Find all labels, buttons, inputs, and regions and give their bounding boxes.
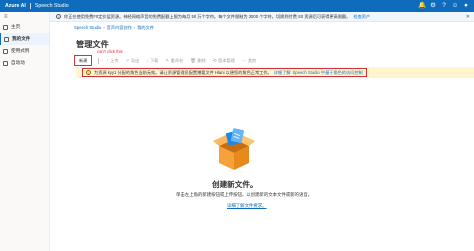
gear-icon[interactable]: ⚙ [429,2,437,10]
close-icon[interactable]: ✕ [466,14,470,20]
warning-link-prefix: 详细了解 [273,69,291,75]
list-icon [3,48,8,54]
app-name[interactable]: Speech Studio [35,3,69,9]
bell-icon[interactable]: 🔔 [418,2,426,10]
brand-separator [29,3,31,9]
empty-state-description: 单击左上角的新建按钮或上传按钮，以创建新的文本文件或新的语音。 [176,192,313,197]
rename-label: 重命名 [170,57,184,63]
download-button[interactable]: ↓ 下载 [146,58,158,64]
sidebar-item-label: 使用式例 [11,48,30,53]
trash-icon: 🗑 [190,57,196,63]
info-banner: i 你正在使用免费F0定价层资源。神经网络声音的免费配额上限为每月 50 万个字… [50,12,474,22]
export-button[interactable]: ↗ 导出 [126,58,140,64]
breadcrumb-item[interactable]: 音声内容创作 [107,25,132,31]
open-box-icon [213,128,255,170]
breadcrumb-separator: › [133,25,136,30]
history-icon: ⟲ [212,57,217,63]
upload-button[interactable]: ↑ 上传 [106,58,118,64]
download-label: 下载 [149,57,159,63]
warning-text: 为资源 kyy1 分配的角色当前无效。请让资源管理员配置赠要文件 Hlani 以… [94,69,272,75]
rename-button[interactable]: ✎ 重命名 [165,58,183,64]
warning-highlight: ! 为资源 kyy1 分配的角色当前无效。请让资源管理员配置赠要文件 Hlani… [82,68,367,77]
banner-text: 你正在使用免费F0定价层资源。神经网络声音的免费配额上限为每月 50 万个字符。… [64,13,351,19]
delete-button[interactable]: 🗑 删除 [190,58,206,64]
file-requirements-link[interactable]: 详细了解文件要求。 [227,203,267,209]
breadcrumb-item[interactable]: 我的文件 [137,25,154,31]
avatar[interactable]: ● [462,2,470,10]
download-icon: ↓ [146,58,149,63]
more-button[interactable]: ⋯ 其他 [242,58,256,64]
annotation-text: can't click this [97,49,123,54]
new-button[interactable]: 新建 [74,55,93,66]
sidebar-item-usage-examples[interactable]: 使用式例 [0,45,49,57]
empty-state-title: 创建新文件。 [212,180,258,189]
warning-icon: ! [86,70,91,75]
top-bar-actions: 🔔 ⚙ ? ☺ ● [418,2,474,10]
sidebar-item-label: 主页 [11,24,21,29]
breadcrumb-separator: › [103,25,105,30]
breadcrumb-item[interactable]: Speech Studio [74,25,101,31]
warning-link[interactable]: Speech Studio 中基于角色的访问控制 [293,70,363,76]
home-icon [3,24,8,30]
sidebar-item-home[interactable]: 主页 [0,21,49,33]
info-icon: i [56,14,61,19]
sidebar-item-automation[interactable]: 自动动 [0,57,49,69]
warning-banner: ! 为资源 kyy1 分配的角色当前无效。请让资源管理员配置赠要文件 Hlani… [76,67,474,78]
export-label: 导出 [130,57,140,63]
sidebar: ≡ 主页 我的文件 使用式例 自动动 [0,12,50,251]
sidebar-item-my-files[interactable]: 我的文件 [0,33,49,45]
help-icon[interactable]: ? [440,2,448,10]
export-icon: ↗ [125,57,130,63]
toolbar: 新建 ↑ 上传 ↗ 导出 ↓ 下载 ✎ 重命名 🗑 删除 ⟲ 版本管理 ⋯ 其他 [74,55,263,66]
hamburger-icon[interactable]: ≡ [0,12,49,21]
version-button[interactable]: ⟲ 版本管理 [213,58,235,64]
banner-link[interactable]: 检查资产 [353,14,370,20]
sidebar-item-label: 自动动 [11,60,25,65]
sidebar-item-label: 我的文件 [12,36,31,41]
version-label: 版本管理 [218,57,235,63]
brand-label[interactable]: Azure AI [5,3,26,9]
edit-icon: ✎ [165,57,170,63]
upload-icon: ↑ [106,58,109,63]
folder-icon [4,36,9,42]
toolbar-divider [98,57,100,64]
more-icon: ⋯ [241,57,247,63]
top-bar: Azure AI Speech Studio 🔔 ⚙ ? ☺ ● [0,0,474,12]
more-label: 其他 [247,57,257,63]
delete-label: 删除 [197,57,206,63]
smile-icon[interactable]: ☺ [451,2,459,10]
audio-icon [3,60,8,66]
breadcrumb: Speech Studio › 音声内容创作 › 我的文件 [74,25,154,31]
upload-label: 上传 [110,57,119,63]
